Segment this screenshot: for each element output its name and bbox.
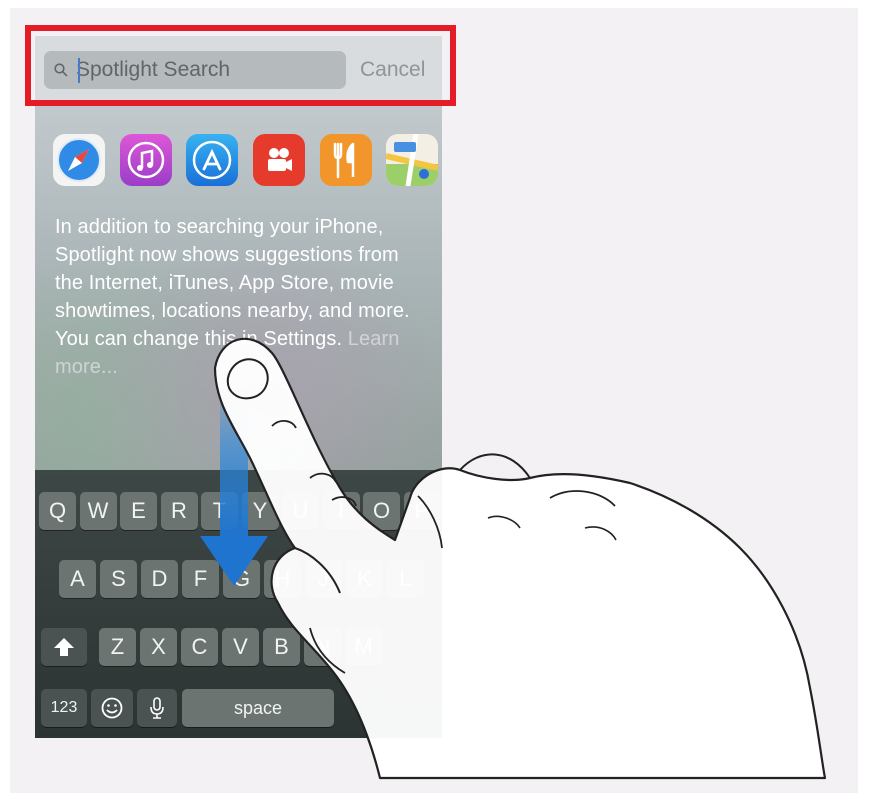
search-bar: Cancel [35, 36, 442, 101]
shift-arrow-icon [54, 638, 74, 656]
key-k[interactable]: K [346, 560, 383, 598]
microphone-icon [150, 697, 164, 719]
keyboard: QWERTYUIOP ASDFGHJKL ZXCVBNM 123 space [35, 470, 442, 738]
key-j[interactable]: J [305, 560, 342, 598]
instruction-figure: Cancel [10, 8, 858, 793]
key-b[interactable]: B [263, 628, 300, 666]
key-h[interactable]: H [264, 560, 301, 598]
search-icon [54, 63, 68, 77]
key-t[interactable]: T [201, 492, 238, 530]
key-p[interactable]: P [403, 492, 441, 530]
microphone-key[interactable] [137, 689, 177, 727]
key-q[interactable]: Q [39, 492, 76, 530]
space-key[interactable]: space [182, 689, 334, 727]
key-u[interactable]: U [282, 492, 319, 530]
key-x[interactable]: X [140, 628, 177, 666]
key-n[interactable]: N [304, 628, 341, 666]
key-z[interactable]: Z [99, 628, 136, 666]
key-w[interactable]: W [79, 492, 117, 530]
key-a[interactable]: A [59, 560, 96, 598]
phone-screen: Cancel [35, 36, 442, 738]
text-cursor [78, 58, 80, 83]
maps-icon[interactable] [386, 134, 438, 186]
key-m[interactable]: M [345, 628, 382, 666]
key-e[interactable]: E [120, 492, 157, 530]
itunes-icon[interactable] [120, 134, 172, 186]
key-d[interactable]: D [141, 560, 178, 598]
app-store-icon[interactable] [186, 134, 238, 186]
key-g[interactable]: G [223, 560, 260, 598]
movies-icon[interactable] [253, 134, 305, 186]
numbers-key[interactable]: 123 [41, 689, 87, 727]
emoji-key[interactable] [91, 689, 133, 727]
search-input[interactable] [76, 56, 336, 84]
key-f[interactable]: F [182, 560, 219, 598]
search-field[interactable] [44, 51, 346, 89]
cancel-button[interactable]: Cancel [360, 56, 425, 84]
emoji-icon [101, 697, 123, 719]
key-c[interactable]: C [181, 628, 218, 666]
shift-key[interactable] [41, 628, 87, 666]
key-s[interactable]: S [100, 560, 137, 598]
key-v[interactable]: V [222, 628, 259, 666]
key-r[interactable]: R [160, 492, 198, 530]
key-y[interactable]: Y [241, 492, 279, 530]
key-l[interactable]: L [387, 560, 424, 598]
key-o[interactable]: O [363, 492, 400, 530]
spotlight-info-text: In addition to searching your iPhone, Sp… [55, 213, 430, 381]
key-i[interactable]: I [322, 492, 360, 530]
safari-icon[interactable] [53, 134, 105, 186]
restaurants-icon[interactable] [320, 134, 372, 186]
